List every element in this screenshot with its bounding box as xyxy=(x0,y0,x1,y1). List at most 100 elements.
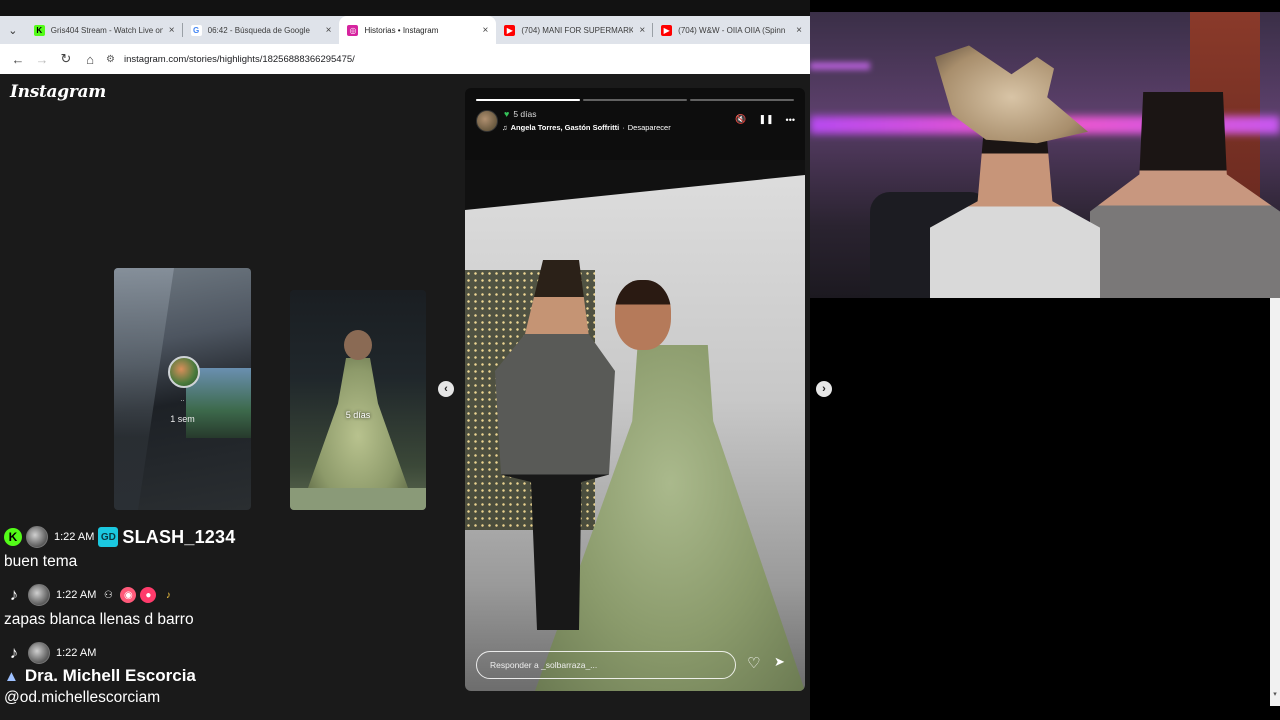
youtube-favicon-icon: ▶ xyxy=(504,24,516,36)
story-music[interactable]: ♫ Angela Torres, Gastón Soffritti · Desa… xyxy=(502,123,671,132)
music-separator: · xyxy=(622,123,625,132)
more-options-icon[interactable]: ••• xyxy=(786,115,795,125)
preview-time: 5 días xyxy=(345,410,371,420)
chat-time: 1:22 AM xyxy=(56,647,97,659)
badge-icon: ⚇ xyxy=(103,589,113,601)
chat-message: ♪ 1:22 AM ⚇ ◉ ● ♪ zapas blanca llenas d … xyxy=(4,582,264,629)
tier-triangle-icon: ▲ xyxy=(4,667,19,685)
previous-story-button[interactable]: ‹ xyxy=(438,381,454,397)
avatar xyxy=(26,526,48,548)
chat-text: buen tema xyxy=(4,553,78,570)
story-photo xyxy=(465,160,805,691)
chevron-right-icon: › xyxy=(822,383,826,395)
tiktok-icon: ♪ xyxy=(9,643,19,662)
browser-toolbar: ← → ↻ ⌂ ⚙ instagram.com/stories/highligh… xyxy=(0,44,810,74)
arrow-left-icon: ← xyxy=(11,51,25,67)
chat-message: ♪ 1:22 AM ▲ Dra. Michell Escorcia @od.mi… xyxy=(4,640,264,707)
close-tab-icon[interactable]: × xyxy=(796,25,802,36)
chat-message-header: ♪ 1:22 AM ⚇ ◉ ● ♪ xyxy=(4,582,264,608)
preview-time: 1 sem xyxy=(170,414,195,424)
badge-icon: ♪ xyxy=(165,589,171,601)
tab-strip: ⌄ K Gris404 Stream - Watch Live on × G 0… xyxy=(0,16,810,44)
progress-segment xyxy=(476,99,580,101)
music-song: Desaparecer xyxy=(627,123,671,132)
preview-avatar xyxy=(168,356,200,388)
preview-image xyxy=(344,330,372,360)
reply-input[interactable]: Responder a _solbarraza_... xyxy=(476,651,736,679)
badge-icon: ◉ xyxy=(120,587,137,603)
story-author-avatar[interactable] xyxy=(476,110,498,132)
home-icon: ⌂ xyxy=(86,51,94,67)
progress-segment xyxy=(583,99,687,101)
kick-favicon-icon: K xyxy=(33,24,45,36)
site-info-icon[interactable]: ⚙ xyxy=(106,54,124,65)
share-send-icon[interactable]: ➤ xyxy=(774,654,785,670)
chat-message-header: ♪ 1:22 AM xyxy=(4,640,264,666)
chat-message: K 1:22 AM GD SLASH_1234 buen tema xyxy=(4,524,264,571)
story-preview-card[interactable]: 5 días xyxy=(290,290,426,510)
tiktok-icon: ♪ xyxy=(9,585,19,604)
story-preview-card[interactable]: .. 1 sem xyxy=(114,268,251,510)
story-controls: 🔇 ❚❚ ••• xyxy=(735,114,795,125)
instagram-logo[interactable]: Instagram xyxy=(10,82,106,102)
tab-google[interactable]: G 06:42 - Búsqueda de Google × xyxy=(183,16,340,44)
chat-time: 1:22 AM xyxy=(54,531,95,543)
preview-image xyxy=(308,358,408,488)
chat-message-header: K 1:22 AM GD SLASH_1234 xyxy=(4,524,264,550)
like-heart-icon[interactable]: ♡ xyxy=(747,654,760,672)
back-button[interactable]: ← xyxy=(6,47,30,71)
close-tab-icon[interactable]: × xyxy=(326,25,332,36)
preview-username: .. xyxy=(180,396,185,403)
page-scrollbar[interactable] xyxy=(1270,298,1280,706)
tab-title: (704) MANI FOR SUPERMARKE xyxy=(521,25,634,35)
pause-icon[interactable]: ❚❚ xyxy=(758,114,773,125)
address-bar[interactable]: ⚙ instagram.com/stories/highlights/18256… xyxy=(106,47,810,71)
chat-username: Dra. Michell Escorcia xyxy=(24,666,196,685)
story-progress xyxy=(476,99,794,101)
chevron-down-icon: ⌄ xyxy=(8,24,18,37)
scroll-down-arrow-icon[interactable]: ▾ xyxy=(1270,690,1280,706)
reload-icon: ↻ xyxy=(60,51,72,66)
tab-title: (704) W&W - OIIA OIIA (Spinn xyxy=(678,25,786,35)
tab-title: 06:42 - Búsqueda de Google xyxy=(207,25,310,35)
mute-icon[interactable]: 🔇 xyxy=(735,114,746,125)
close-friends-icon: ♥ xyxy=(504,109,510,119)
tab-title: Gris404 Stream - Watch Live on xyxy=(50,25,163,35)
badge-icon: ● xyxy=(140,587,157,603)
chat-text: @od.michellescorciam xyxy=(4,689,161,706)
stream-chat: K 1:22 AM GD SLASH_1234 buen tema ♪ 1:22… xyxy=(0,520,264,720)
preview-image xyxy=(114,268,174,510)
forward-button[interactable]: → xyxy=(30,47,54,71)
url-text: instagram.com/stories/highlights/1825688… xyxy=(124,53,355,65)
chevron-left-icon: ‹ xyxy=(444,383,448,395)
music-icon: ♫ xyxy=(502,123,508,132)
tab-title: Historias • Instagram xyxy=(364,25,439,35)
tab-search-button[interactable]: ⌄ xyxy=(0,16,26,44)
close-tab-icon[interactable]: × xyxy=(639,25,645,36)
tab-kick[interactable]: K Gris404 Stream - Watch Live on × xyxy=(26,16,183,44)
avatar xyxy=(28,584,50,606)
next-story-button[interactable]: › xyxy=(816,381,832,397)
youtube-favicon-icon: ▶ xyxy=(661,24,673,36)
story-viewer[interactable]: ♥ 5 días ♫ Angela Torres, Gastón Soffrit… xyxy=(465,88,805,691)
story-meta: ♥ 5 días xyxy=(504,109,537,119)
kick-icon: K xyxy=(4,528,22,546)
story-time: 5 días xyxy=(513,109,537,119)
arrow-right-icon: → xyxy=(35,51,49,67)
progress-fill xyxy=(476,99,580,101)
music-artists: Angela Torres, Gastón Soffritti xyxy=(510,123,620,132)
google-favicon-icon: G xyxy=(190,24,202,36)
reload-button[interactable]: ↻ xyxy=(54,47,78,71)
chat-username-line: ▲ Dra. Michell Escorcia xyxy=(4,666,264,686)
tab-youtube-mani[interactable]: ▶ (704) MANI FOR SUPERMARKE × xyxy=(496,16,654,44)
tab-instagram[interactable]: ◎ Historias • Instagram × xyxy=(339,16,497,44)
tab-youtube-oiia[interactable]: ▶ (704) W&W - OIIA OIIA (Spinn × xyxy=(653,16,810,44)
progress-segment xyxy=(690,99,794,101)
chat-text: zapas blanca llenas d barro xyxy=(4,611,194,628)
chat-time: 1:22 AM xyxy=(56,589,97,601)
close-tab-icon[interactable]: × xyxy=(169,25,175,36)
webcam-overlay xyxy=(810,12,1280,298)
chat-username: SLASH_1234 xyxy=(122,526,236,547)
close-tab-icon[interactable]: × xyxy=(482,25,488,36)
home-button[interactable]: ⌂ xyxy=(78,47,102,71)
